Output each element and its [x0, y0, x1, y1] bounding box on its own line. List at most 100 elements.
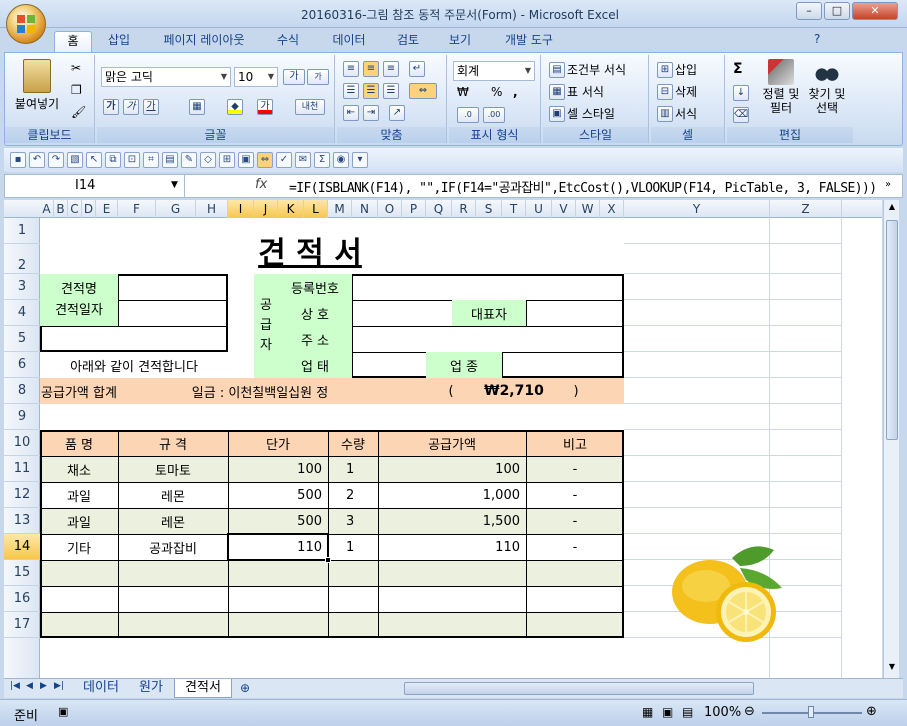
total-amount[interactable]: ₩2,710 [476, 378, 552, 404]
autosum-button[interactable]: Σ [733, 61, 743, 77]
image-icon[interactable]: ▧ [67, 152, 83, 168]
biz-type-label[interactable]: 업 태 [278, 352, 352, 378]
minimize-button[interactable]: – [796, 2, 822, 20]
check-icon[interactable]: ✓ [276, 152, 292, 168]
italic-button[interactable]: 가 [123, 99, 139, 115]
align-left-icon[interactable]: ☰ [343, 83, 359, 99]
horizontal-scrollbar[interactable] [404, 682, 754, 695]
shape-icon[interactable]: ◇ [200, 152, 216, 168]
border-icon[interactable]: ▦ [189, 99, 205, 115]
format-painter-icon[interactable]: 🖌 [71, 105, 86, 119]
grow-font-button[interactable]: 가 [283, 69, 305, 85]
currency-button[interactable]: ₩ [457, 85, 469, 99]
tab-home[interactable]: 홈 [54, 31, 92, 52]
decrease-indent-icon[interactable]: ⇤ [343, 105, 359, 121]
tab-page-layout[interactable]: 페이지 레이아웃 [152, 31, 256, 52]
pencil-icon[interactable]: ✎ [181, 152, 197, 168]
select-icon[interactable]: ↖ [86, 152, 102, 168]
chart-icon[interactable]: ▤ [162, 152, 178, 168]
page-break-view-icon[interactable]: ▤ [682, 705, 693, 719]
scroll-down-icon[interactable]: ▼ [886, 662, 898, 674]
page-layout-view-icon[interactable]: ▣ [662, 705, 673, 719]
zoom-out-icon[interactable]: ⊖ [744, 704, 755, 719]
find-select-button[interactable]: 찾기 및 선택 [805, 59, 849, 115]
first-sheet-icon[interactable]: |◀ [10, 681, 20, 691]
table-format-button[interactable]: ▦ 표 서식 [549, 83, 604, 100]
document-title[interactable]: 견 적 서 [118, 218, 502, 274]
align-right-icon[interactable]: ☰ [383, 83, 399, 99]
formula-input[interactable]: =IF(ISBLANK(F14), "",IF(F14="공과잡비",EtcCo… [289, 177, 877, 196]
total-words-text[interactable]: 일금 : 이천칠백일십원 정 [118, 378, 402, 404]
cut-icon[interactable]: ✂ [71, 61, 81, 75]
close-button[interactable]: ✕ [852, 2, 898, 20]
font-name-combo[interactable]: 맑은 고딕 ▼ [101, 67, 231, 87]
merge-center-icon[interactable]: ⇔ [409, 83, 437, 99]
undo-icon[interactable]: ↶ [29, 152, 45, 168]
tab-insert[interactable]: 삽입 [100, 31, 138, 52]
insert-function-button[interactable]: fx [255, 177, 267, 192]
customize-toolbar-icon[interactable]: ▾ [352, 152, 368, 168]
decrease-decimal-icon[interactable]: .00 [483, 107, 505, 123]
align-top-icon[interactable]: ≡ [343, 61, 359, 77]
align-middle-icon[interactable]: ≡ [363, 61, 379, 77]
chevron-down-icon[interactable]: ▼ [171, 180, 178, 190]
tab-data[interactable]: 데이터 [324, 31, 374, 52]
underline-button[interactable]: 가 [143, 99, 159, 115]
orientation-icon[interactable]: ↗ [389, 105, 405, 121]
next-sheet-icon[interactable]: ▶ [40, 681, 47, 691]
increase-indent-icon[interactable]: ⇥ [363, 105, 379, 121]
number-format-combo[interactable]: 회계 ▼ [453, 61, 535, 81]
paren-open[interactable]: ( [426, 378, 476, 404]
font-size-combo[interactable]: 10 ▼ [234, 67, 278, 87]
normal-view-icon[interactable]: ▦ [642, 705, 653, 719]
address-label[interactable]: 주 소 [278, 326, 352, 352]
copy-icon[interactable]: ❐ [71, 83, 82, 97]
align-center-icon[interactable]: ☰ [363, 83, 379, 99]
maximize-button[interactable]: □ [824, 2, 850, 20]
lemon-picture[interactable] [662, 540, 792, 650]
expand-formula-icon[interactable]: » [885, 179, 891, 190]
paren-close[interactable]: ) [552, 378, 600, 404]
total-label[interactable]: 공급가액 합계 [40, 378, 118, 404]
vertical-scrollbar[interactable]: ▲ ▼ [883, 200, 899, 678]
zoom-in-icon[interactable]: ⊕ [866, 704, 877, 719]
merge-icon[interactable]: ⇔ [257, 152, 273, 168]
percent-button[interactable]: % [491, 85, 502, 99]
sheet-tab-data[interactable]: 데이터 [74, 679, 128, 698]
tab-view[interactable]: 보기 [440, 31, 480, 52]
cell-style-button[interactable]: ▣ 셀 스타일 [549, 105, 615, 122]
group-icon[interactable]: ⧉ [105, 152, 121, 168]
fill-color-icon[interactable]: ◆ [227, 99, 243, 115]
bold-button[interactable]: 가 [103, 99, 119, 115]
name-box[interactable]: I14 [5, 175, 185, 197]
macro-record-icon[interactable]: ▣ [58, 705, 68, 718]
comment-icon[interactable]: ✉ [295, 152, 311, 168]
sum-icon[interactable]: Σ [314, 152, 330, 168]
wrap-text-icon[interactable]: ↵ [409, 61, 425, 77]
align-bottom-icon[interactable]: ≡ [383, 61, 399, 77]
ceo-label[interactable]: 대표자 [452, 300, 526, 326]
estimate-date-label[interactable]: 견적일자 [40, 300, 118, 326]
help-icon[interactable]: ? [814, 32, 820, 46]
company-label[interactable]: 상 호 [278, 300, 352, 326]
fill-icon[interactable]: ↓ [733, 85, 749, 101]
redo-icon[interactable]: ↷ [48, 152, 64, 168]
delete-cells-button[interactable]: ⊟ 삭제 [657, 83, 697, 100]
paste-button[interactable]: 붙여넣기 [13, 59, 61, 112]
font-color-button[interactable]: 가 [257, 99, 273, 115]
align-icon[interactable]: ⊡ [124, 152, 140, 168]
tab-review[interactable]: 검토 [388, 31, 428, 52]
zoom-level[interactable]: 100% [704, 705, 741, 720]
crop-icon[interactable]: ⌗ [143, 152, 159, 168]
reg-no-label[interactable]: 등록번호 [278, 274, 352, 300]
scroll-thumb[interactable] [886, 220, 898, 440]
new-sheet-icon[interactable]: ⊕ [240, 681, 250, 695]
notice-text[interactable]: 아래와 같이 견적합니다 [40, 352, 228, 378]
conditional-format-button[interactable]: ▤ 조건부 서식 [549, 61, 626, 78]
last-sheet-icon[interactable]: ▶| [54, 681, 64, 691]
table-grid-icon[interactable]: ⊞ [219, 152, 235, 168]
format-cells-button[interactable]: ▥ 서식 [657, 105, 697, 122]
phonetic-button[interactable]: 내천 [295, 99, 325, 115]
prev-sheet-icon[interactable]: ◀ [26, 681, 33, 691]
tab-formulas[interactable]: 수식 [268, 31, 308, 52]
